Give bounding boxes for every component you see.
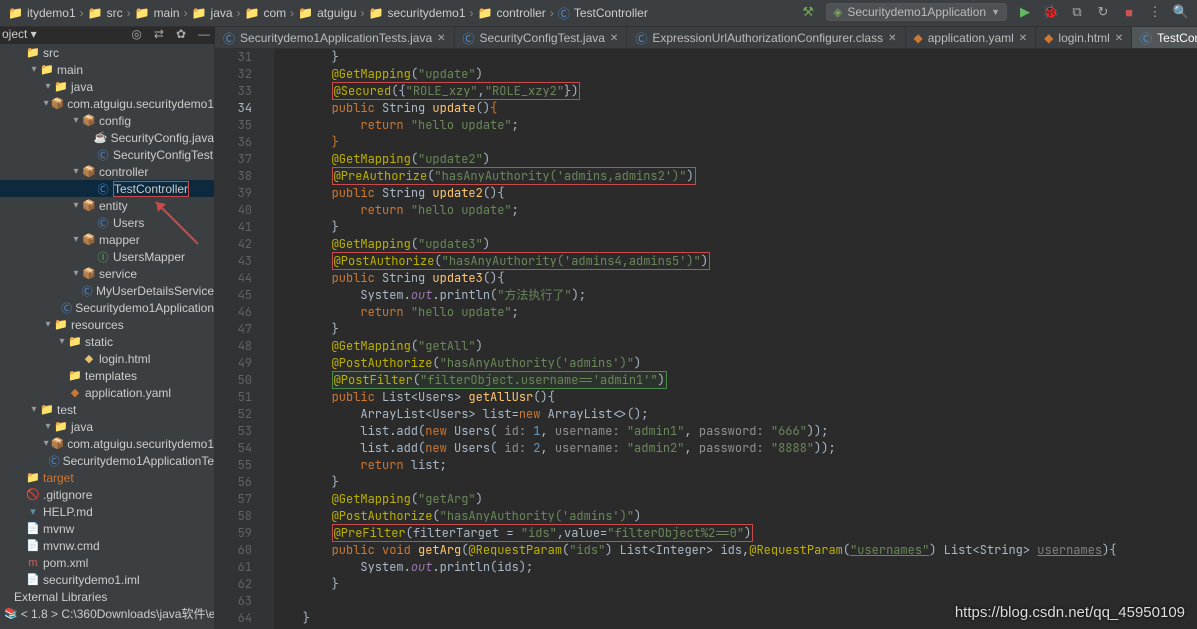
tree-item[interactable]: 📄mvnw <box>0 520 214 537</box>
close-icon[interactable]: ✕ <box>437 33 445 44</box>
stop-icon[interactable]: ■ <box>1121 4 1137 20</box>
tree-item[interactable]: ▾📦service <box>0 265 214 282</box>
tree-item[interactable]: 📚< 1.8 > C:\360Downloads\java软件\eclipse <box>0 605 214 622</box>
hide-icon[interactable]: — <box>198 27 210 41</box>
watermark: https://blog.csdn.net/qq_45950109 <box>955 604 1185 621</box>
run-configuration-label: Securitydemo1Application <box>847 5 986 19</box>
tree-item[interactable]: 📁src <box>0 44 214 61</box>
close-icon[interactable]: ✕ <box>888 33 896 44</box>
tree-item[interactable]: ▾📦com.atguigu.securitydemo1 <box>0 435 214 452</box>
breadcrumb-item[interactable]: 📁atguigu <box>298 6 356 20</box>
tree-item[interactable]: mpom.xml <box>0 554 214 571</box>
tree-item[interactable]: ▾📦controller <box>0 163 214 180</box>
rerun-icon[interactable]: ↻ <box>1095 4 1111 20</box>
editor-tab[interactable]: ⒸExpressionUrlAuthorizationConfigurer.cl… <box>627 27 905 49</box>
line-gutter: 3132333435363738394041424344454647484950… <box>215 49 260 629</box>
run-icon[interactable]: ▶ <box>1017 4 1033 20</box>
project-tree[interactable]: 📁src▾📁main▾📁java▾📦com.atguigu.securityde… <box>0 44 215 629</box>
tree-item[interactable]: ▾📦mapper <box>0 231 214 248</box>
gear-icon[interactable]: ✿ <box>176 27 186 41</box>
tree-item[interactable]: ⒸTestController <box>0 180 214 197</box>
tree-item[interactable]: ⒸSecuritydemo1Application <box>0 299 214 316</box>
tree-item[interactable]: ⒸSecurityConfigTest <box>0 146 214 163</box>
breadcrumb-item[interactable]: 📁java <box>192 6 233 20</box>
breadcrumb-item[interactable]: 📁securitydemo1 <box>369 6 466 20</box>
coverage-icon[interactable]: ⧉ <box>1069 4 1085 20</box>
tree-item[interactable]: ▾📦com.atguigu.securitydemo1 <box>0 95 214 112</box>
editor-tab[interactable]: ⒸSecuritydemo1ApplicationTests.java✕ <box>215 27 455 49</box>
tree-item[interactable]: 📄mvnw.cmd <box>0 537 214 554</box>
tree-item[interactable]: ⒸSecuritydemo1ApplicationTe <box>0 452 214 469</box>
project-label[interactable]: oject ▾ <box>2 27 37 41</box>
tree-item[interactable]: ⒾUsersMapper <box>0 248 214 265</box>
tree-item[interactable]: ◆login.html <box>0 350 214 367</box>
tree-item[interactable]: ▾📁static <box>0 333 214 350</box>
tree-item[interactable]: 🚫.gitignore <box>0 486 214 503</box>
run-toolbar: ⚒ ◈ Securitydemo1Application ▼ ▶ 🐞 ⧉ ↻ ■… <box>800 3 1189 21</box>
tree-item[interactable]: External Libraries <box>0 588 214 605</box>
breadcrumb-item[interactable]: 📁main <box>135 6 180 20</box>
tree-item[interactable]: ▾📁main <box>0 61 214 78</box>
tree-item[interactable]: ⒸUsers <box>0 214 214 231</box>
split-icon[interactable]: ⇄ <box>154 27 164 41</box>
close-icon[interactable]: ✕ <box>1019 33 1027 44</box>
editor-tab[interactable]: ⒸTestController.java✕ <box>1132 27 1197 49</box>
hammer-icon[interactable]: ⚒ <box>800 4 816 20</box>
debug-icon[interactable]: 🐞 <box>1043 4 1059 20</box>
tree-item[interactable]: ▾📁resources <box>0 316 214 333</box>
breadcrumb-item[interactable]: 📁com <box>245 6 287 20</box>
search-icon[interactable]: 🔍 <box>1173 4 1189 20</box>
tree-item[interactable]: ▾HELP.md <box>0 503 214 520</box>
run-configuration-selector[interactable]: ◈ Securitydemo1Application ▼ <box>826 3 1007 21</box>
editor-tab[interactable]: ⒸSecurityConfigTest.java✕ <box>455 27 628 49</box>
tree-item[interactable]: ⒸMyUserDetailsService <box>0 282 214 299</box>
tree-item[interactable]: ▾📦config <box>0 112 214 129</box>
editor-tabs: ⒸSecuritydemo1ApplicationTests.java✕ⒸSec… <box>215 27 1197 49</box>
tree-item[interactable]: ▾📦entity <box>0 197 214 214</box>
editor-tab[interactable]: ◆login.html✕ <box>1036 27 1132 49</box>
close-icon[interactable]: ✕ <box>610 33 618 44</box>
close-icon[interactable]: ✕ <box>1115 33 1123 44</box>
tree-item[interactable]: ◆application.yaml <box>0 384 214 401</box>
breadcrumb-item[interactable]: 📁src <box>88 6 123 20</box>
code-editor[interactable]: 3132333435363738394041424344454647484950… <box>215 49 1197 629</box>
tree-item[interactable]: 📁templates <box>0 367 214 384</box>
tree-item[interactable]: ▾📁java <box>0 418 214 435</box>
target-icon[interactable]: ◎ <box>131 27 141 41</box>
project-tool-header: oject ▾ ◎ ⇄ ✿ — <box>0 27 215 41</box>
breadcrumb-item[interactable]: 📁itydemo1 <box>8 6 76 20</box>
tree-item[interactable]: ☕SecurityConfig.java <box>0 129 214 146</box>
fold-gutter <box>260 49 274 629</box>
tree-item[interactable]: 📄securitydemo1.iml <box>0 571 214 588</box>
tree-item[interactable]: 📁target <box>0 469 214 486</box>
git-icon[interactable]: ⋮ <box>1147 4 1163 20</box>
tree-item[interactable]: ▾📁java <box>0 78 214 95</box>
tree-item[interactable]: ▾📁test <box>0 401 214 418</box>
breadcrumb-item[interactable]: 📁controller <box>478 6 546 20</box>
code-area[interactable]: } @GetMapping("update") @Secured({"ROLE_… <box>274 49 1197 629</box>
editor-tab[interactable]: ◆application.yaml✕ <box>906 27 1037 49</box>
breadcrumb-item[interactable]: ⒸTestController <box>558 5 648 22</box>
